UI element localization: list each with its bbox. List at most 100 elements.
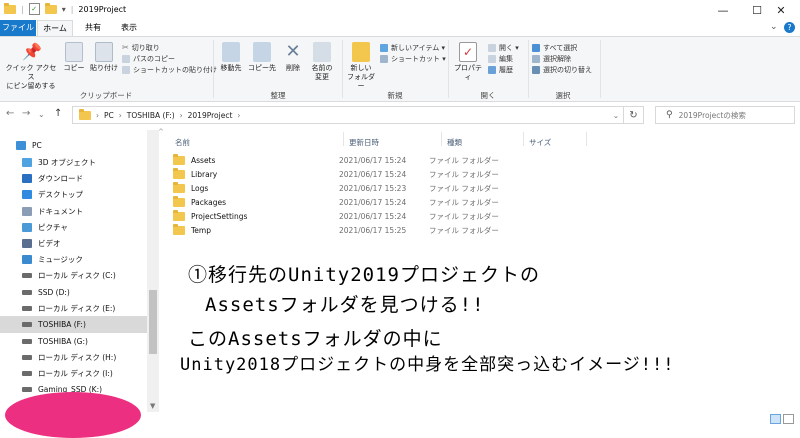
table-row[interactable]: Assets 2021/06/17 15:24 ファイル フォルダー <box>165 153 585 167</box>
properties-button[interactable]: ✓ プロパティ <box>451 42 485 82</box>
table-row[interactable]: Library 2021/06/17 15:24 ファイル フォルダー <box>165 167 585 181</box>
open-button[interactable]: 開く ▾ <box>488 42 519 53</box>
column-header-size[interactable]: サイズ <box>529 137 551 148</box>
breadcrumb-drive[interactable]: TOSHIBA (F:) <box>127 111 175 120</box>
large-icons-view-button[interactable] <box>783 414 794 424</box>
drive-icon <box>22 355 32 360</box>
scrollbar-thumb[interactable] <box>149 290 157 354</box>
rename-button[interactable]: 名前の 変更 <box>306 42 338 82</box>
sidebar-item-label: SSD (D:) <box>38 288 70 297</box>
new-item-icon <box>380 43 388 52</box>
minimize-button[interactable]: — <box>704 0 742 20</box>
sidebar-item[interactable]: SSD (D:) <box>0 284 147 301</box>
forward-arrow-icon[interactable]: → <box>22 108 30 119</box>
details-view-button[interactable] <box>770 414 781 424</box>
sidebar-item[interactable]: TOSHIBA (F:) <box>0 316 147 333</box>
customize-qa-chevron-icon[interactable]: ▾ <box>62 5 66 14</box>
new-item-button[interactable]: 新しいアイテム ▾ <box>380 42 446 53</box>
history-button[interactable]: 履歴 <box>488 64 519 75</box>
sidebar-item-label: ピクチャ <box>38 223 68 232</box>
move-to-button[interactable]: 移動先 <box>216 42 246 73</box>
sidebar-item[interactable]: ローカル ディスク (H:) <box>0 349 147 366</box>
delete-button[interactable]: ✕ 削除 <box>280 42 306 73</box>
copy-button[interactable]: コピー <box>60 42 88 73</box>
sidebar-item-label: ダウンロード <box>38 174 83 183</box>
sidebar-item[interactable]: TOSHIBA (G:) <box>0 333 147 350</box>
shortcut-button[interactable]: ショートカット ▾ <box>380 53 446 64</box>
select-none-button[interactable]: 選択解除 <box>532 53 592 64</box>
sidebar-item[interactable]: 3D オブジェクト <box>0 154 147 171</box>
sidebar-item[interactable]: ピクチャ <box>0 219 147 236</box>
select-group-label: 選択 <box>555 91 571 100</box>
close-button[interactable]: ✕ <box>762 0 800 20</box>
folder-icon <box>173 167 185 179</box>
breadcrumb-chevron-icon: › <box>96 110 99 120</box>
refresh-button[interactable]: ↻ <box>624 106 644 124</box>
move-to-icon <box>222 42 240 62</box>
sidebar-item[interactable]: ローカル ディスク (I:) <box>0 365 147 382</box>
delete-x-icon: ✕ <box>285 41 301 62</box>
drive-icon <box>22 339 32 344</box>
sidebar-item[interactable]: ローカル ディスク (C:) <box>0 267 147 284</box>
edit-button[interactable]: 編集 <box>488 53 519 64</box>
up-arrow-icon[interactable]: ↑ <box>54 108 62 119</box>
copy-icon <box>65 42 83 62</box>
copy-to-button[interactable]: コピー先 <box>246 42 278 73</box>
scroll-down-icon[interactable]: ▼ <box>150 402 155 410</box>
table-row[interactable]: Logs 2021/06/17 15:23 ファイル フォルダー <box>165 181 585 195</box>
new-folder-icon[interactable] <box>44 2 57 14</box>
sidebar-item[interactable]: ローカル ディスク (E:) <box>0 300 147 317</box>
breadcrumb-pc[interactable]: PC <box>104 111 114 120</box>
tab-home[interactable]: ホーム <box>37 20 73 36</box>
sidebar-item-label: TOSHIBA (F:) <box>38 320 86 329</box>
copy-path-button[interactable]: パスのコピー <box>122 53 217 64</box>
sidebar-item-label: ミュージック <box>38 255 83 264</box>
address-bar[interactable]: › PC › TOSHIBA (F:) › 2019Project › ⌄ <box>72 106 624 124</box>
sidebar-item[interactable]: ミュージック <box>0 251 147 268</box>
tab-share[interactable]: 共有 <box>76 20 110 36</box>
table-row[interactable]: Packages 2021/06/17 15:24 ファイル フォルダー <box>165 195 585 209</box>
search-input[interactable]: ⚲ 2019Projectの検索 <box>655 106 795 124</box>
column-header-type[interactable]: 種類 <box>447 137 462 148</box>
column-header-date[interactable]: 更新日時 <box>349 137 379 148</box>
drive-icon <box>22 290 32 295</box>
drive-icon <box>22 371 32 376</box>
select-all-button[interactable]: すべて選択 <box>532 42 592 53</box>
shortcut-icon <box>380 54 388 63</box>
table-row[interactable]: ProjectSettings 2021/06/17 15:24 ファイル フォルダ… <box>165 209 585 223</box>
file-date: 2021/06/17 15:24 <box>339 211 407 221</box>
recent-chevron-icon[interactable]: ⌄ <box>38 110 45 119</box>
sidebar-item[interactable]: ダウンロード <box>0 170 147 187</box>
properties-check-icon[interactable]: ✓ <box>28 3 40 15</box>
paste-shortcut-button[interactable]: ショートカットの貼り付け <box>122 64 217 75</box>
download-icon <box>22 174 32 183</box>
breadcrumb-chevron-icon: › <box>237 110 241 120</box>
ribbon-separator <box>600 40 601 98</box>
expand-ribbon-chevron-icon[interactable]: ⌄ <box>770 22 778 32</box>
sidebar-item[interactable]: PC <box>0 137 147 154</box>
paste-button[interactable]: 貼り付け <box>88 42 120 73</box>
table-row[interactable]: Temp 2021/06/17 15:25 ファイル フォルダー <box>165 223 585 237</box>
file-name: Temp <box>191 225 211 235</box>
new-folder-button[interactable]: 新しい フォルダー <box>344 42 378 91</box>
video-icon <box>22 239 32 248</box>
clipboard-group-label: クリップボード <box>79 91 133 100</box>
sidebar-item[interactable]: ドキュメント <box>0 203 147 220</box>
column-header-name[interactable]: 名前 <box>175 137 190 148</box>
edit-icon <box>488 54 496 63</box>
pin-quick-access-button[interactable]: 📌 クイック アクセス にピン留めする <box>4 42 58 91</box>
help-icon[interactable]: ? <box>784 22 795 33</box>
cut-button[interactable]: ✂ 切り取り <box>122 42 217 53</box>
navpane-scrollbar[interactable] <box>147 130 159 412</box>
sidebar-item[interactable]: ビデオ <box>0 235 147 252</box>
breadcrumb-folder[interactable]: 2019Project <box>188 111 233 120</box>
sidebar-item[interactable]: デスクトップ <box>0 186 147 203</box>
file-date: 2021/06/17 15:23 <box>339 183 407 193</box>
address-dropdown-chevron-icon[interactable]: ⌄ <box>613 111 619 120</box>
back-arrow-icon[interactable]: ← <box>6 108 14 119</box>
tab-file[interactable]: ファイル <box>0 20 36 36</box>
tab-view[interactable]: 表示 <box>112 20 146 36</box>
invert-selection-button[interactable]: 選択の切り替え <box>532 64 592 75</box>
file-type: ファイル フォルダー <box>429 225 499 235</box>
folder-icon <box>173 209 185 221</box>
